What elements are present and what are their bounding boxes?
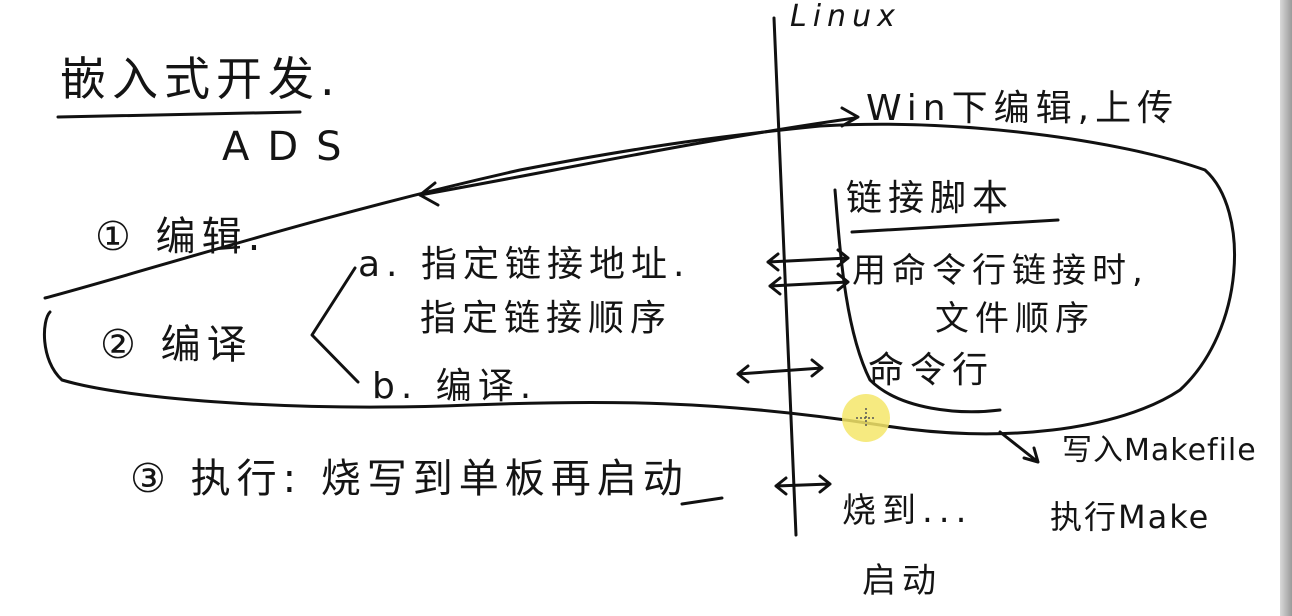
burn-text: 烧到...	[842, 491, 972, 531]
cmd-link-2-text: 文件顺序	[935, 299, 1095, 339]
link-script-text: 链接脚本	[846, 178, 1014, 219]
arrow-b	[736, 358, 824, 384]
cmdline-text: 命令行	[868, 350, 994, 391]
arrow-makefile	[998, 430, 1040, 464]
arrow-a2	[768, 272, 850, 296]
ads-text: ADS	[222, 124, 360, 170]
divider-line	[772, 16, 798, 537]
exec-make-text: 执行Make	[1050, 498, 1210, 536]
makefile-text: 写入Makefile	[1062, 433, 1257, 468]
step2-a2-text: 指定链接顺序	[420, 298, 672, 339]
boot-text: 启动	[862, 561, 942, 601]
whiteboard: 嵌入式开发. ADS Linux Win下编辑,上传 ① 编辑. ② 编译 a.…	[42, 0, 1257, 601]
step2-a1-text: a. 指定链接地址.	[358, 244, 690, 285]
title-text: 嵌入式开发.	[60, 52, 341, 106]
step2-text: ② 编译	[100, 322, 253, 368]
step2-bracket	[310, 266, 360, 384]
link-script-underline	[850, 218, 1060, 234]
step2-b-text: b. 编译.	[372, 366, 537, 407]
title-underline	[56, 110, 302, 119]
cmd-link-1-text: 用命令行链接时,	[852, 251, 1149, 291]
step3-text: ③ 执行: 烧写到单板再启动	[130, 456, 689, 502]
linux-text: Linux	[790, 0, 901, 34]
win-upload-text: Win下编辑,上传	[866, 88, 1179, 129]
step1-text: ① 编辑.	[95, 214, 266, 260]
window-edge	[1280, 0, 1292, 616]
arrow-burn	[774, 474, 832, 496]
arrow-a1	[766, 248, 850, 272]
